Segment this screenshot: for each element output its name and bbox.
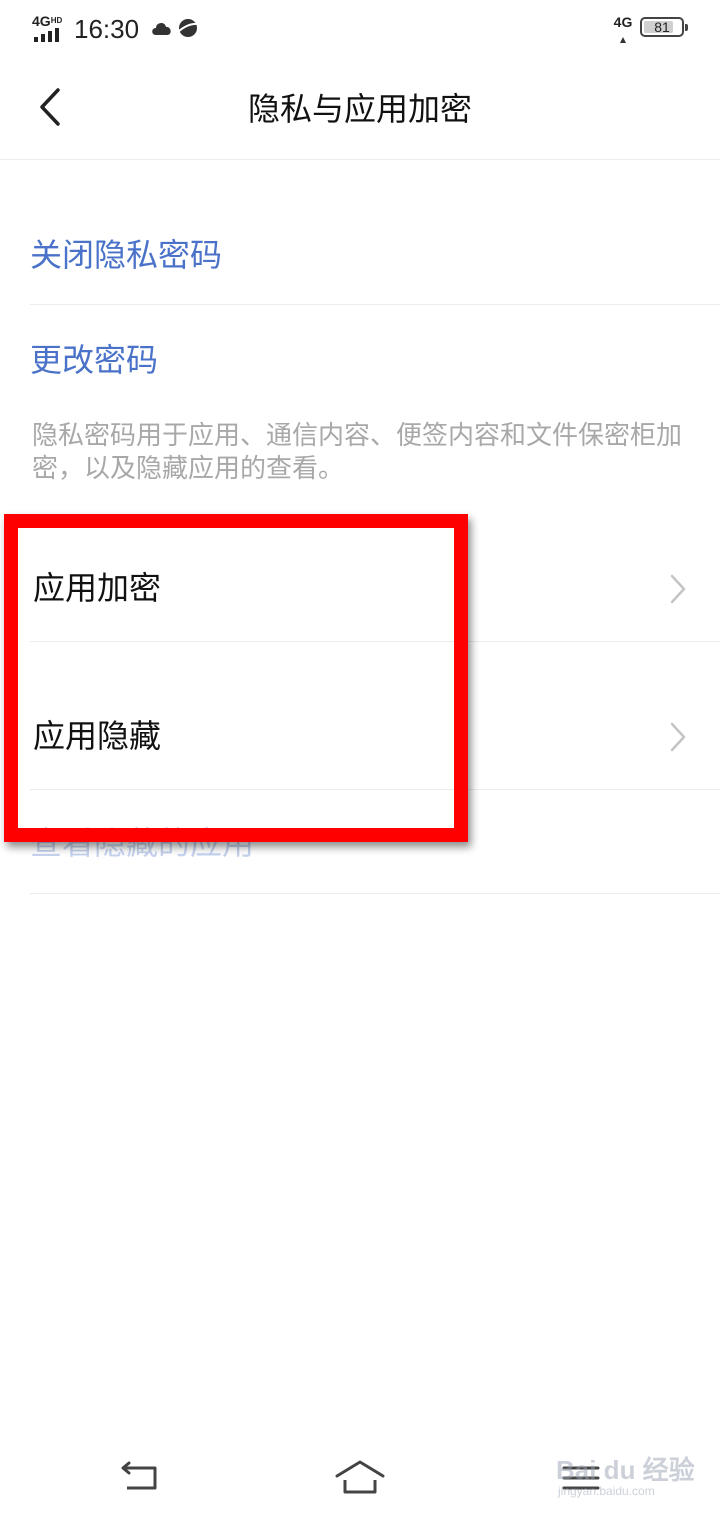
close-privacy-password-link[interactable]: 关闭隐私密码 — [30, 233, 720, 277]
battery-percent: 81 — [654, 19, 670, 35]
change-password-link[interactable]: 更改密码 — [30, 338, 720, 382]
cloud-icon — [150, 17, 174, 39]
app-header: 隐私与应用加密 — [0, 56, 720, 160]
cellular-signal-left: 4GHD — [32, 14, 68, 42]
watermark-logo: Bai du 经验 — [556, 1455, 695, 1485]
divider — [30, 304, 720, 305]
back-nav-icon — [121, 1461, 157, 1490]
network-hd-label: HD — [50, 16, 63, 25]
divider — [30, 641, 720, 642]
home-nav-icon — [335, 1460, 385, 1494]
privacy-description: 隐私密码用于应用、通信内容、便签内容和文件保密柜加密，以及隐藏应用的查看。 — [32, 421, 683, 484]
home-nav-button[interactable] — [335, 1458, 385, 1498]
signal-bars-icon — [34, 28, 62, 42]
watermark-url: jingyan.baidu.com — [558, 1484, 655, 1498]
back-nav-button[interactable] — [115, 1458, 165, 1498]
app-hide-label: 应用隐藏 — [33, 717, 162, 755]
chevron-right-icon — [670, 574, 686, 604]
network-type-left: 4G — [32, 13, 51, 29]
app-encryption-label: 应用加密 — [33, 569, 162, 607]
view-hidden-apps-link[interactable]: 查看隐藏的应用 — [30, 822, 254, 864]
battery-icon: 81 — [640, 17, 688, 37]
planet-icon — [176, 17, 200, 39]
chevron-right-icon — [670, 722, 686, 752]
app-hide-row[interactable]: 应用隐藏 — [0, 676, 720, 796]
status-time: 16:30 — [74, 14, 140, 44]
divider — [30, 789, 720, 790]
app-encryption-row[interactable]: 应用加密 — [0, 528, 720, 648]
data-arrows-icon — [620, 37, 626, 43]
status-bar: 4GHD 16:30 4G 81 — [0, 0, 720, 56]
baidu-jingyan-watermark: Bai du 经验 jingyan.baidu.com — [556, 1446, 696, 1502]
divider — [30, 893, 720, 894]
cellular-signal-right: 4G — [612, 15, 634, 43]
network-type-right: 4G — [613, 14, 633, 30]
page-title: 隐私与应用加密 — [247, 90, 472, 128]
